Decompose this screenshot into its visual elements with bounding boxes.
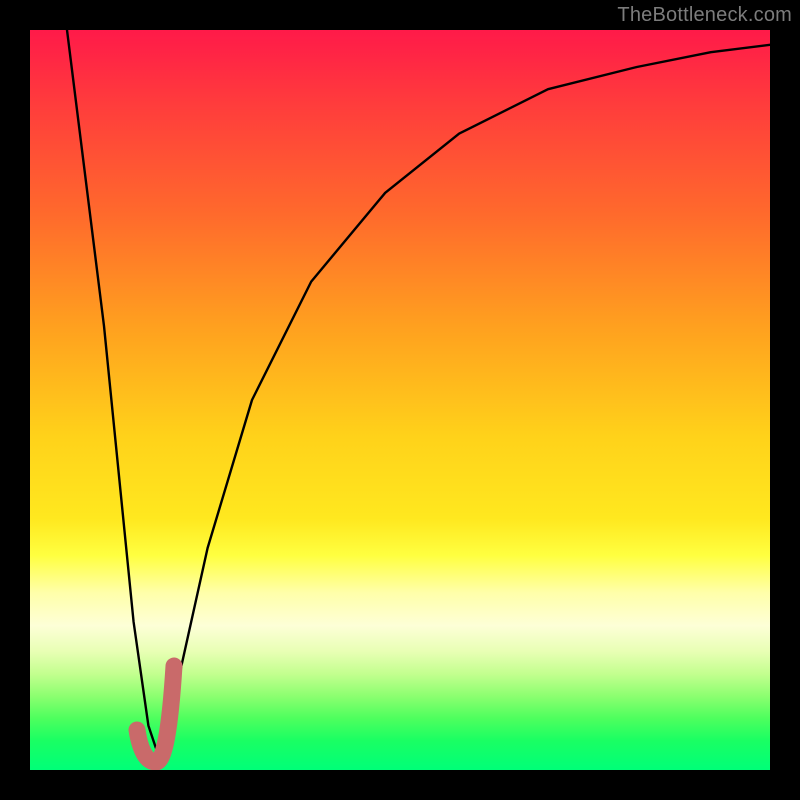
chart-overlay bbox=[30, 30, 770, 770]
chart-frame: TheBottleneck.com bbox=[0, 0, 800, 800]
watermark-text: TheBottleneck.com bbox=[617, 4, 792, 27]
bottleneck-curve-line bbox=[67, 30, 770, 748]
